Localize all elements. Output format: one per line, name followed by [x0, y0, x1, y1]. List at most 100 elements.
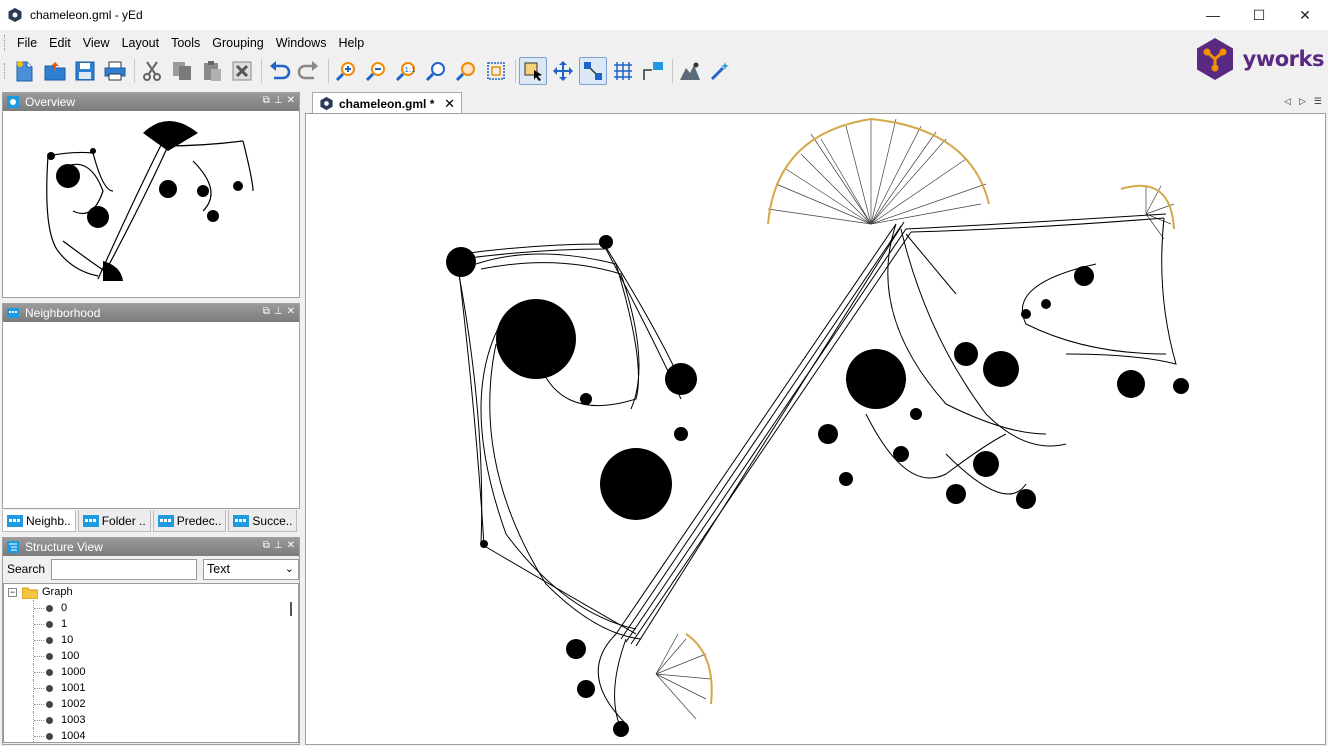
- menu-layout[interactable]: Layout: [116, 32, 166, 54]
- zoom-original-button[interactable]: 1:1: [392, 57, 420, 85]
- delete-button[interactable]: [228, 57, 256, 85]
- menu-grouping[interactable]: Grouping: [206, 32, 269, 54]
- overview-panel: Overview ⧉ ⊥ ✕: [2, 92, 300, 298]
- zoom-out-button[interactable]: [362, 57, 390, 85]
- node-icon: [46, 652, 53, 660]
- neighborhood-tab-icon: [7, 514, 23, 527]
- cut-button[interactable]: [138, 57, 166, 85]
- node-icon: [46, 684, 53, 692]
- open-button[interactable]: [41, 57, 69, 85]
- search-filter-select[interactable]: Text ⌄: [203, 558, 299, 580]
- tab-scroll-left-icon[interactable]: ◁: [1284, 96, 1291, 107]
- tree-node[interactable]: 1002: [4, 696, 298, 712]
- new-document-button[interactable]: [11, 57, 39, 85]
- graph-canvas[interactable]: [305, 113, 1326, 745]
- tree-node[interactable]: 1004: [4, 728, 298, 742]
- zoom-out-icon: [365, 62, 385, 82]
- zoom-button[interactable]: [422, 57, 450, 85]
- cut-icon: [143, 61, 161, 81]
- tree-guide: [34, 688, 44, 689]
- edit-mode-button[interactable]: [519, 57, 547, 85]
- close-panel-icon[interactable]: ✕: [287, 540, 295, 551]
- menu-file[interactable]: File: [11, 32, 43, 54]
- move-mode-button[interactable]: [549, 57, 577, 85]
- tree-node[interactable]: 1000: [4, 664, 298, 680]
- maximize-button[interactable]: ☐: [1236, 0, 1282, 30]
- tree-node[interactable]: 100: [4, 648, 298, 664]
- redo-button[interactable]: [295, 57, 323, 85]
- zoom-in-button[interactable]: [332, 57, 360, 85]
- paste-button[interactable]: [198, 57, 226, 85]
- tab-list-icon[interactable]: ☰: [1314, 96, 1322, 107]
- tree-guide: [34, 704, 44, 705]
- toolbar-separator: [328, 59, 329, 83]
- close-panel-icon[interactable]: ✕: [287, 95, 295, 106]
- print-button[interactable]: [101, 57, 129, 85]
- tab-neighborhood[interactable]: Neighb..: [2, 510, 76, 532]
- structure-search-row: Search Text ⌄: [3, 557, 299, 581]
- toolbar-separator: [515, 59, 516, 83]
- structure-search-input[interactable]: [51, 558, 198, 580]
- undo-button[interactable]: [265, 57, 293, 85]
- copy-button[interactable]: [168, 57, 196, 85]
- tab-chameleon-gml[interactable]: chameleon.gml * ✕: [312, 92, 462, 114]
- edge-mode-button[interactable]: [579, 57, 607, 85]
- close-panel-icon[interactable]: ✕: [287, 306, 295, 317]
- tab-successors-label: Succe..: [252, 513, 293, 528]
- menu-help[interactable]: Help: [332, 32, 370, 54]
- tree-node-label: 10: [61, 634, 74, 646]
- save-button[interactable]: [71, 57, 99, 85]
- tree-node[interactable]: 1: [4, 616, 298, 632]
- node-icon: [46, 668, 53, 676]
- tree-guide: [34, 624, 44, 625]
- tab-predecessors[interactable]: Predec..: [152, 510, 227, 532]
- print-icon: [104, 61, 126, 81]
- tree-node[interactable]: 0: [4, 600, 298, 616]
- tree-node-label: 1003: [61, 714, 86, 726]
- side-tabs: Neighb.. Folder .. Predec.. Succe..: [2, 510, 300, 532]
- node-icon: [46, 700, 53, 708]
- minimize-button[interactable]: —: [1190, 0, 1236, 30]
- grid-button[interactable]: [609, 57, 637, 85]
- overview-panel-header[interactable]: Overview ⧉ ⊥ ✕: [3, 93, 299, 111]
- zoom-area-button[interactable]: [452, 57, 480, 85]
- window-title: chameleon.gml - yEd: [30, 8, 143, 22]
- magic-wand-button[interactable]: [706, 57, 734, 85]
- menu-edit[interactable]: Edit: [43, 32, 77, 54]
- menu-windows[interactable]: Windows: [270, 32, 333, 54]
- pin-panel-icon[interactable]: ⊥: [274, 95, 283, 106]
- neighborhood-icon: [7, 308, 19, 318]
- tree-root[interactable]: − Graph: [4, 584, 298, 600]
- tab-successors[interactable]: Succe..: [228, 510, 298, 532]
- copy-icon: [173, 62, 191, 80]
- tree-node[interactable]: 1003: [4, 712, 298, 728]
- close-tab-button[interactable]: ✕: [444, 96, 455, 112]
- tree-node[interactable]: 1001: [4, 680, 298, 696]
- yworks-logo[interactable]: yworks: [1193, 37, 1325, 81]
- graph-drawing[interactable]: [306, 114, 1326, 745]
- neighborhood-panel-header[interactable]: Neighborhood ⧉ ⊥ ✕: [3, 304, 299, 322]
- float-panel-icon[interactable]: ⧉: [263, 95, 270, 106]
- menu-tools[interactable]: Tools: [165, 32, 206, 54]
- orthogonal-edges-button[interactable]: [639, 57, 667, 85]
- tab-folder[interactable]: Folder ..: [77, 510, 151, 532]
- move-mode-icon: [553, 61, 573, 81]
- float-panel-icon[interactable]: ⧉: [263, 306, 270, 317]
- pin-panel-icon[interactable]: ⊥: [274, 540, 283, 551]
- layout-button[interactable]: [676, 57, 704, 85]
- tab-scroll-right-icon[interactable]: ▷: [1299, 96, 1306, 107]
- collapse-icon[interactable]: −: [8, 587, 17, 597]
- tree-scrollbar[interactable]: [290, 602, 292, 616]
- structure-view-panel-title: Structure View: [25, 540, 103, 554]
- pin-panel-icon[interactable]: ⊥: [274, 306, 283, 317]
- overview-thumbnail[interactable]: [3, 111, 299, 297]
- structure-view-panel-header[interactable]: Structure View ⧉ ⊥ ✕: [3, 538, 299, 556]
- structure-tree[interactable]: − Graph 0 1 10 100 1000 1001 1002 1003 1004: [3, 583, 299, 743]
- tree-node[interactable]: 10: [4, 632, 298, 648]
- float-panel-icon[interactable]: ⧉: [263, 540, 270, 551]
- undo-icon: [270, 61, 291, 80]
- menu-view[interactable]: View: [77, 32, 116, 54]
- fit-content-button[interactable]: [482, 57, 510, 85]
- predecessors-tab-icon: [157, 514, 174, 527]
- close-window-button[interactable]: ✕: [1282, 0, 1328, 30]
